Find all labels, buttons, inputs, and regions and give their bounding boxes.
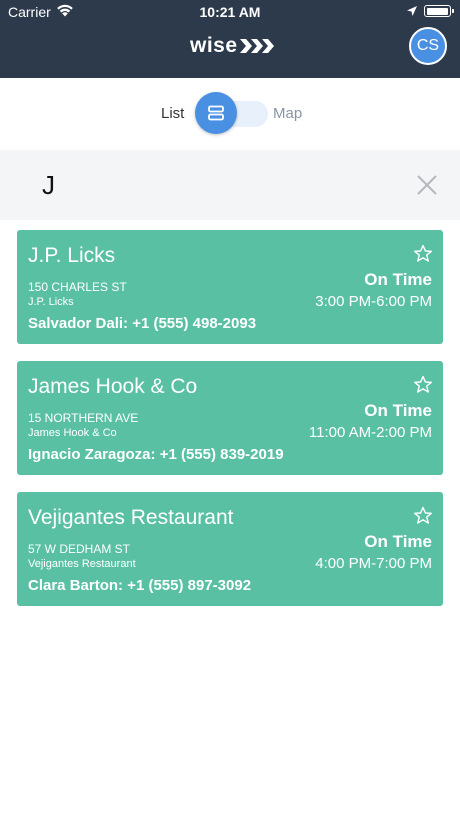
app-header: Carrier 10:21 AM wise CS (0, 0, 460, 78)
delivery-status: On Time (364, 401, 432, 420)
business-name: J.P. Licks (28, 296, 74, 308)
business-name: James Hook & Co (28, 427, 117, 439)
status-bar: Carrier 10:21 AM (0, 0, 460, 24)
business-name: Vejigantes Restaurant (28, 558, 136, 570)
delivery-window: 3:00 PM-6:00 PM (315, 293, 432, 310)
delivery-status: On Time (364, 270, 432, 289)
location-arrow-icon (407, 6, 417, 16)
result-card[interactable]: Vejigantes Restaurant 57 W DEDHAM ST Vej… (17, 492, 443, 606)
clock: 10:21 AM (199, 4, 261, 20)
star-icon[interactable] (413, 506, 433, 526)
location-address: 57 W DEDHAM ST (28, 542, 131, 556)
search-input[interactable] (30, 163, 390, 207)
wise-logo: wise (190, 34, 276, 58)
star-icon[interactable] (413, 244, 433, 264)
contact-phone[interactable]: Clara Barton: +1 (555) 897-3092 (28, 577, 251, 594)
list-icon (208, 105, 224, 121)
contact-phone[interactable]: Salvador Dali: +1 (555) 498-2093 (28, 315, 256, 332)
list-view-label[interactable]: List (161, 105, 184, 122)
delivery-window: 11:00 AM-2:00 PM (308, 424, 432, 441)
map-view-label[interactable]: Map (273, 105, 302, 122)
delivery-window: 4:00 PM-7:00 PM (315, 555, 432, 572)
avatar-initials: CS (416, 37, 440, 54)
chevrons-logo-icon (239, 39, 274, 53)
location-address: 150 CHARLES ST (28, 280, 127, 294)
location-name: James Hook & Co (28, 375, 198, 398)
search-bar (0, 150, 460, 220)
result-card[interactable]: James Hook & Co 15 NORTHERN AVE James Ho… (17, 361, 443, 475)
view-toggle-switch[interactable] (195, 92, 237, 134)
location-name: Vejigantes Restaurant (28, 506, 234, 529)
battery-icon (424, 5, 454, 17)
close-icon[interactable] (416, 174, 438, 196)
star-icon[interactable] (413, 375, 433, 395)
contact-phone[interactable]: Ignacio Zaragoza: +1 (555) 839-2019 (28, 446, 284, 463)
result-card[interactable]: J.P. Licks 150 CHARLES ST J.P. Licks Sal… (17, 230, 443, 344)
logo-wordmark: wise (190, 34, 238, 57)
delivery-status: On Time (364, 532, 432, 551)
user-avatar-button[interactable]: CS (409, 27, 447, 65)
location-name: J.P. Licks (28, 244, 116, 267)
view-toggle: List Map (0, 88, 460, 138)
location-address: 15 NORTHERN AVE (28, 411, 139, 425)
